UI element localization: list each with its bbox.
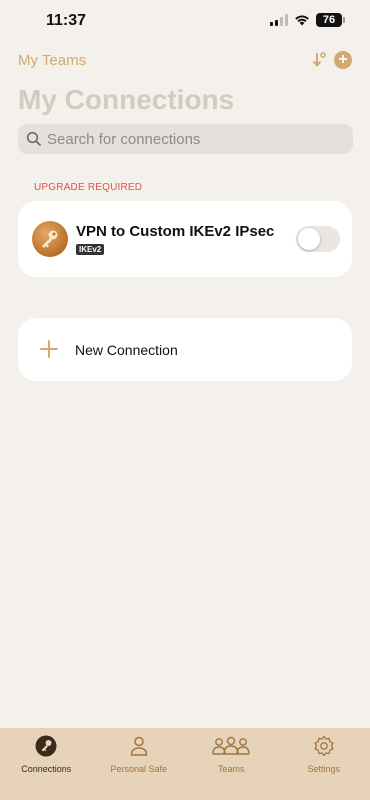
connection-card[interactable]: VPN to Custom IKEv2 IPsec IKEv2	[18, 201, 352, 277]
top-nav: My Teams +	[0, 48, 370, 72]
upgrade-required-label: UPGRADE REQUIRED	[34, 182, 143, 193]
new-connection-button[interactable]: New Connection	[18, 318, 352, 381]
key-icon	[26, 734, 66, 758]
connection-name: VPN to Custom IKEv2 IPsec	[76, 223, 275, 240]
plus-circle-icon[interactable]: +	[334, 51, 352, 69]
battery-level: 76	[322, 14, 336, 26]
toggle-knob	[298, 228, 320, 250]
tab-personal-safe[interactable]: Personal Safe	[93, 728, 186, 800]
tab-teams[interactable]: Teams	[185, 728, 278, 800]
search-bar[interactable]	[18, 124, 353, 154]
wifi-icon	[295, 15, 309, 26]
status-bar: 11:37 76	[0, 0, 370, 44]
tab-settings[interactable]: Settings	[278, 728, 370, 800]
status-time: 11:37	[46, 12, 87, 29]
battery-indicator: 76	[316, 13, 345, 27]
tab-label: Personal Safe	[110, 764, 168, 774]
sort-icon[interactable]	[310, 50, 330, 70]
cellular-signal-icon	[270, 14, 288, 26]
protocol-badge: IKEv2	[76, 244, 105, 255]
search-icon	[26, 131, 41, 146]
tab-label: Settings	[307, 764, 341, 774]
tab-bar: Connections Personal Safe Teams Settings	[0, 728, 370, 800]
people-icon	[211, 734, 251, 758]
key-icon	[32, 221, 68, 257]
person-icon	[119, 734, 159, 758]
plus-icon	[40, 340, 58, 358]
tab-label: Teams	[217, 764, 245, 774]
gear-icon	[304, 734, 344, 758]
search-input[interactable]	[47, 130, 337, 148]
tab-label: Connections	[21, 764, 72, 774]
connection-toggle[interactable]	[296, 226, 340, 252]
tab-connections[interactable]: Connections	[0, 728, 93, 800]
back-link-my-teams[interactable]: My Teams	[18, 52, 86, 69]
page-title: My Connections	[18, 84, 235, 115]
new-connection-label: New Connection	[75, 342, 178, 358]
status-icons: 76	[270, 13, 345, 27]
